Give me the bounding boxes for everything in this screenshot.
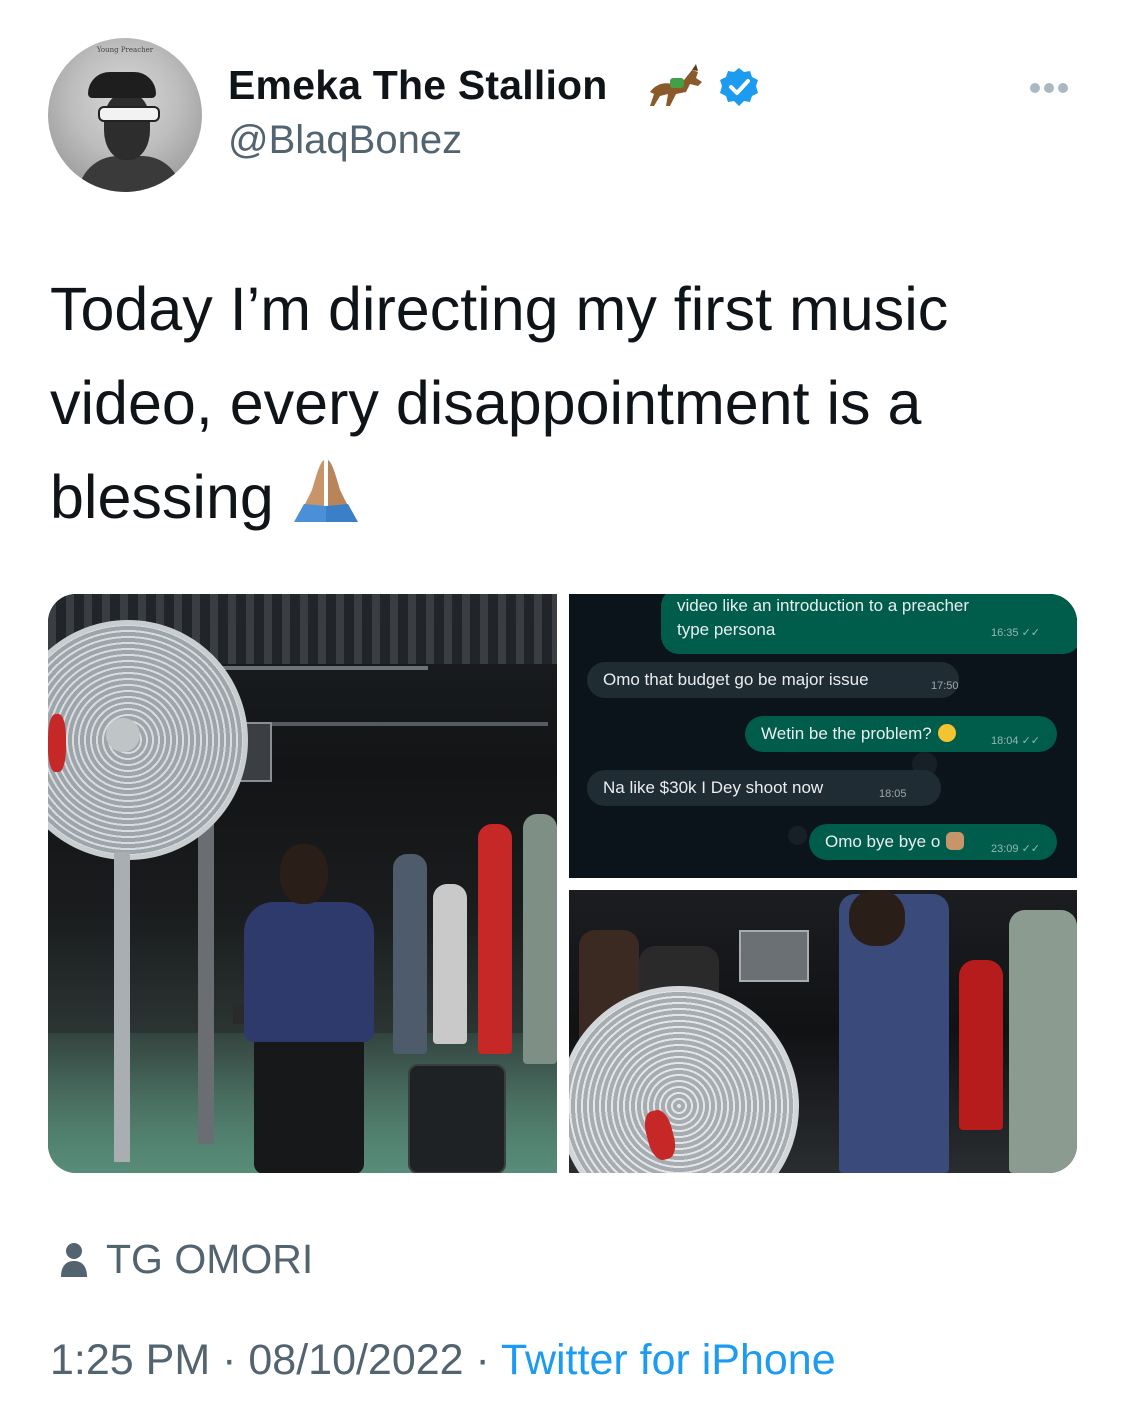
avatar-glasses [98,106,160,122]
location-tag[interactable]: TG OMORI [60,1236,313,1283]
camera [739,930,809,982]
rock-hand-icon [946,832,965,850]
tweet-line-3-wrap: blessing [50,450,1080,544]
chat-bubble-out: video like an introduction to a preacher… [661,594,1077,654]
chat-time-text: 16:35 [991,627,1019,639]
meta-separator: · [222,1336,237,1384]
crew-member [433,884,467,1044]
media-grid: video like an introduction to a preacher… [48,594,1077,1173]
tweet-date: 08/10/2022 [248,1336,464,1384]
industrial-fan [569,986,799,1173]
more-options-icon[interactable] [1030,80,1074,94]
photo-chat-screenshot[interactable]: video like an introduction to a preacher… [569,594,1077,878]
director-person [234,844,384,1173]
crew-member [523,814,557,1064]
chat-time-text: 18:04 [991,735,1019,747]
avatar-face [104,94,150,160]
speaker-box [408,1064,506,1173]
fan-hub [106,718,140,752]
chat-bubble-in: Omo that budget go be major issue [587,662,959,698]
weary-face-icon [937,724,956,742]
chat-time: 18:05 [879,788,907,800]
director-head [849,890,905,946]
crew-member [393,854,427,1054]
folded-hands-icon [293,460,358,522]
more-dot [1044,83,1054,93]
location-name: TG OMORI [106,1236,314,1282]
person-icon [61,1243,87,1277]
chat-time-text: 23:09 [991,843,1019,855]
photo-set-fan[interactable] [569,890,1077,1173]
tweet-text: Today I’m directing my first music video… [50,262,1080,544]
fan-pole [114,852,130,1162]
horse-racing-icon [650,64,702,106]
crew-member [959,960,1003,1130]
avatar-body [78,156,182,192]
tweet-line-2: video, every disappointment is a [50,369,922,437]
crew-member [1009,910,1077,1173]
more-dot [1030,83,1040,93]
chat-time: 16:35 ✓✓ [991,627,1041,639]
tweet-line-3: blessing [50,463,274,531]
chat-time: 18:04 ✓✓ [991,735,1041,747]
director-head [280,844,328,904]
avatar-cap [88,72,156,98]
crew-member [478,824,512,1054]
avatar-caption: Young Preacher [96,46,154,54]
meta-separator: · [475,1336,490,1384]
more-dot [1058,83,1068,93]
tweet-source-link[interactable]: Twitter for iPhone [501,1336,836,1384]
chat-text: Na like $30k I Dey shoot now [603,778,824,797]
author-handle[interactable]: @BlaqBonez [228,118,462,163]
verified-badge-icon [720,68,758,106]
chat-text: Wetin be the problem? [761,724,932,743]
director-coat [244,902,374,1042]
director-legs [254,1034,364,1173]
author-display-name[interactable]: Emeka The Stallion [228,62,608,109]
chat-text: Omo bye bye o [825,832,941,851]
tweet-time: 1:25 PM [50,1336,211,1384]
tweet-metadata: 1:25 PM · 08/10/2022 · Twitter for iPhon… [50,1336,836,1385]
chat-text: Omo that budget go be major issue [603,670,869,689]
tweet-line-1: Today I’m directing my first music [50,275,949,343]
photo-set-director[interactable] [48,594,557,1173]
author-avatar[interactable]: Young Preacher [48,38,202,192]
fan-logo [48,714,66,772]
chat-time: 23:09 ✓✓ [991,843,1041,855]
chat-time: 17:50 [931,680,959,692]
chat-text: video like an introduction to a preacher [677,596,970,615]
